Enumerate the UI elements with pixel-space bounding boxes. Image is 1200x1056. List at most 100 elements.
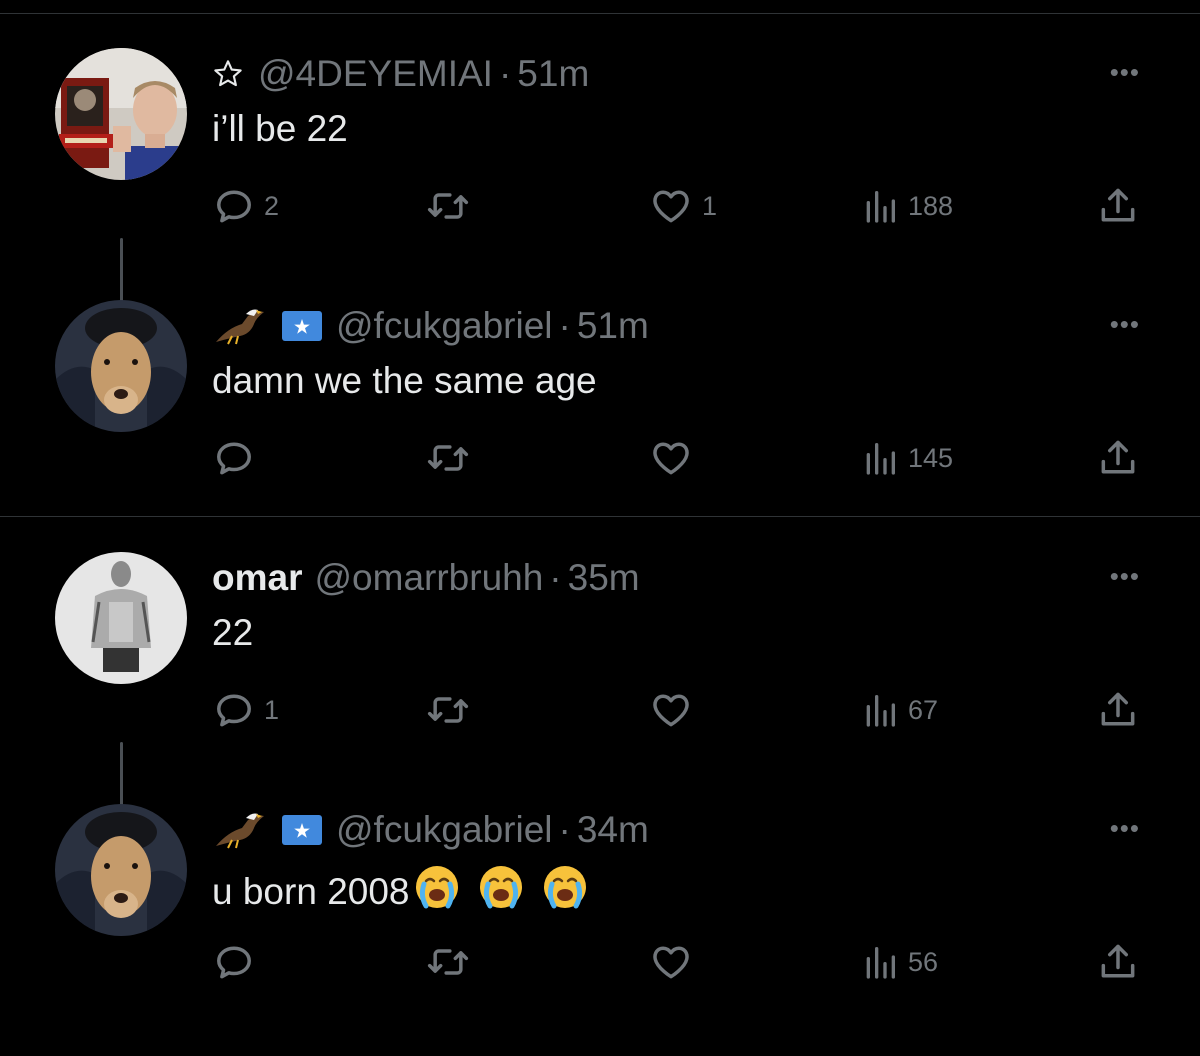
tweet-text: 22	[212, 612, 253, 654]
user-handle[interactable]: @omarrbruhh	[314, 557, 543, 599]
tweet-header: omar @omarrbruhh · 35m	[212, 556, 640, 600]
eagle-emoji-and-somalia-flag	[212, 304, 322, 348]
loudly-crying-face-emoji	[542, 864, 588, 919]
retweet-button[interactable]	[424, 176, 480, 236]
retweet-button[interactable]	[424, 680, 480, 740]
more-options-button[interactable]: •••	[1110, 311, 1140, 337]
share-button[interactable]	[1096, 176, 1140, 236]
tweet-header: @fcukgabriel · 34m	[212, 808, 649, 852]
star-outline-icon	[212, 58, 244, 90]
views-icon	[866, 947, 895, 979]
share-icon	[1101, 440, 1135, 474]
reply-icon	[217, 694, 251, 727]
reply-count: 2	[264, 190, 280, 221]
retweet-icon	[427, 445, 469, 471]
tweet-actions: 2 1 188	[0, 176, 1200, 236]
tweet-text-content: 22	[212, 612, 254, 653]
somalia-flag-icon	[282, 311, 322, 341]
retweet-icon	[427, 193, 469, 219]
tweet-text-content: damn we the same age	[212, 360, 597, 401]
user-handle[interactable]: @fcukgabriel	[336, 305, 553, 347]
reply-icon	[217, 442, 251, 475]
like-button[interactable]: 1	[648, 176, 717, 236]
views-icon	[866, 695, 895, 727]
eagle-emoji-and-somalia-flag	[212, 808, 322, 852]
like-button[interactable]	[648, 428, 702, 488]
heart-icon	[653, 694, 689, 727]
display-name[interactable]: omar	[212, 557, 302, 599]
reply-button[interactable]	[212, 932, 264, 992]
views-button[interactable]: 188	[860, 176, 953, 236]
views-count: 188	[908, 190, 954, 221]
avatar[interactable]	[55, 804, 187, 936]
share-icon	[1101, 188, 1135, 222]
more-options-button[interactable]: •••	[1110, 815, 1140, 841]
more-options-button[interactable]: •••	[1110, 59, 1140, 85]
tweet-actions: 1 67	[0, 680, 1200, 740]
separator-dot: ·	[558, 305, 571, 346]
avatar[interactable]	[55, 552, 187, 684]
share-icon	[1101, 944, 1135, 978]
like-button[interactable]	[648, 932, 702, 992]
share-button[interactable]	[1096, 428, 1140, 488]
timestamp[interactable]: 51m	[517, 53, 589, 95]
tweet-header: @4DEYEMIAI · 51m	[212, 52, 589, 96]
views-icon	[866, 443, 895, 475]
like-count: 1	[702, 190, 718, 221]
timestamp[interactable]: 35m	[568, 557, 640, 599]
reply-button[interactable]: 2	[212, 176, 279, 236]
share-button[interactable]	[1096, 680, 1140, 740]
views-count: 67	[908, 694, 939, 725]
eagle-icon	[216, 813, 264, 849]
share-icon	[1101, 692, 1135, 726]
tweet-text-content: u born 2008	[212, 870, 410, 912]
tweet-text: i’ll be 22	[212, 108, 348, 150]
somalia-flag-icon	[282, 815, 322, 845]
retweet-button[interactable]	[424, 932, 480, 992]
tweet-fcukgabriel-1[interactable]: @fcukgabriel · 51m ••• damn we the same …	[0, 300, 1200, 552]
reply-icon	[217, 190, 251, 223]
timestamp[interactable]: 51m	[577, 305, 649, 347]
more-options-button[interactable]: •••	[1110, 563, 1140, 589]
like-button[interactable]	[648, 680, 702, 740]
separator-dot: ·	[549, 557, 562, 598]
reply-button[interactable]	[212, 428, 264, 488]
reply-icon	[217, 946, 251, 979]
tweet-text-content: i’ll be 22	[212, 108, 348, 149]
share-button[interactable]	[1096, 932, 1140, 992]
tweet-text: u born 2008	[212, 864, 588, 919]
tweet-header: @fcukgabriel · 51m	[212, 304, 649, 348]
avatar[interactable]	[55, 300, 187, 432]
eagle-icon	[216, 309, 264, 345]
separator-dot: ·	[558, 809, 571, 850]
top-divider	[0, 13, 1200, 14]
heart-icon	[653, 442, 689, 475]
views-icon	[866, 191, 895, 223]
tweet-actions: 145	[0, 428, 1200, 488]
tweet-text: damn we the same age	[212, 360, 597, 402]
user-handle[interactable]: @4DEYEMIAI	[258, 53, 493, 95]
views-count: 145	[908, 442, 954, 473]
avatar[interactable]	[55, 48, 187, 180]
retweet-button[interactable]	[424, 428, 480, 488]
tweet-omarrbruhh[interactable]: omar @omarrbruhh · 35m ••• 22 1 67	[0, 552, 1200, 838]
retweet-icon	[427, 949, 469, 975]
reply-button[interactable]: 1	[212, 680, 279, 740]
views-button[interactable]: 67	[860, 680, 938, 740]
views-count: 56	[908, 946, 939, 977]
retweet-icon	[427, 697, 469, 723]
separator-dot: ·	[498, 53, 512, 94]
tweet-4deyemiai[interactable]: @4DEYEMIAI · 51m ••• i’ll be 22 2 1 188	[0, 48, 1200, 334]
user-handle[interactable]: @fcukgabriel	[336, 809, 553, 851]
loudly-crying-face-emoji	[414, 864, 460, 919]
heart-icon	[653, 946, 689, 979]
tweet-actions: 56	[0, 932, 1200, 992]
views-button[interactable]: 145	[860, 428, 953, 488]
heart-icon	[653, 190, 689, 223]
loudly-crying-face-emoji	[478, 864, 524, 919]
views-button[interactable]: 56	[860, 932, 938, 992]
tweet-fcukgabriel-2[interactable]: @fcukgabriel · 34m ••• u born 2008 56	[0, 804, 1200, 1056]
reply-count: 1	[264, 694, 280, 725]
thread-divider	[0, 516, 1200, 517]
timestamp[interactable]: 34m	[577, 809, 649, 851]
